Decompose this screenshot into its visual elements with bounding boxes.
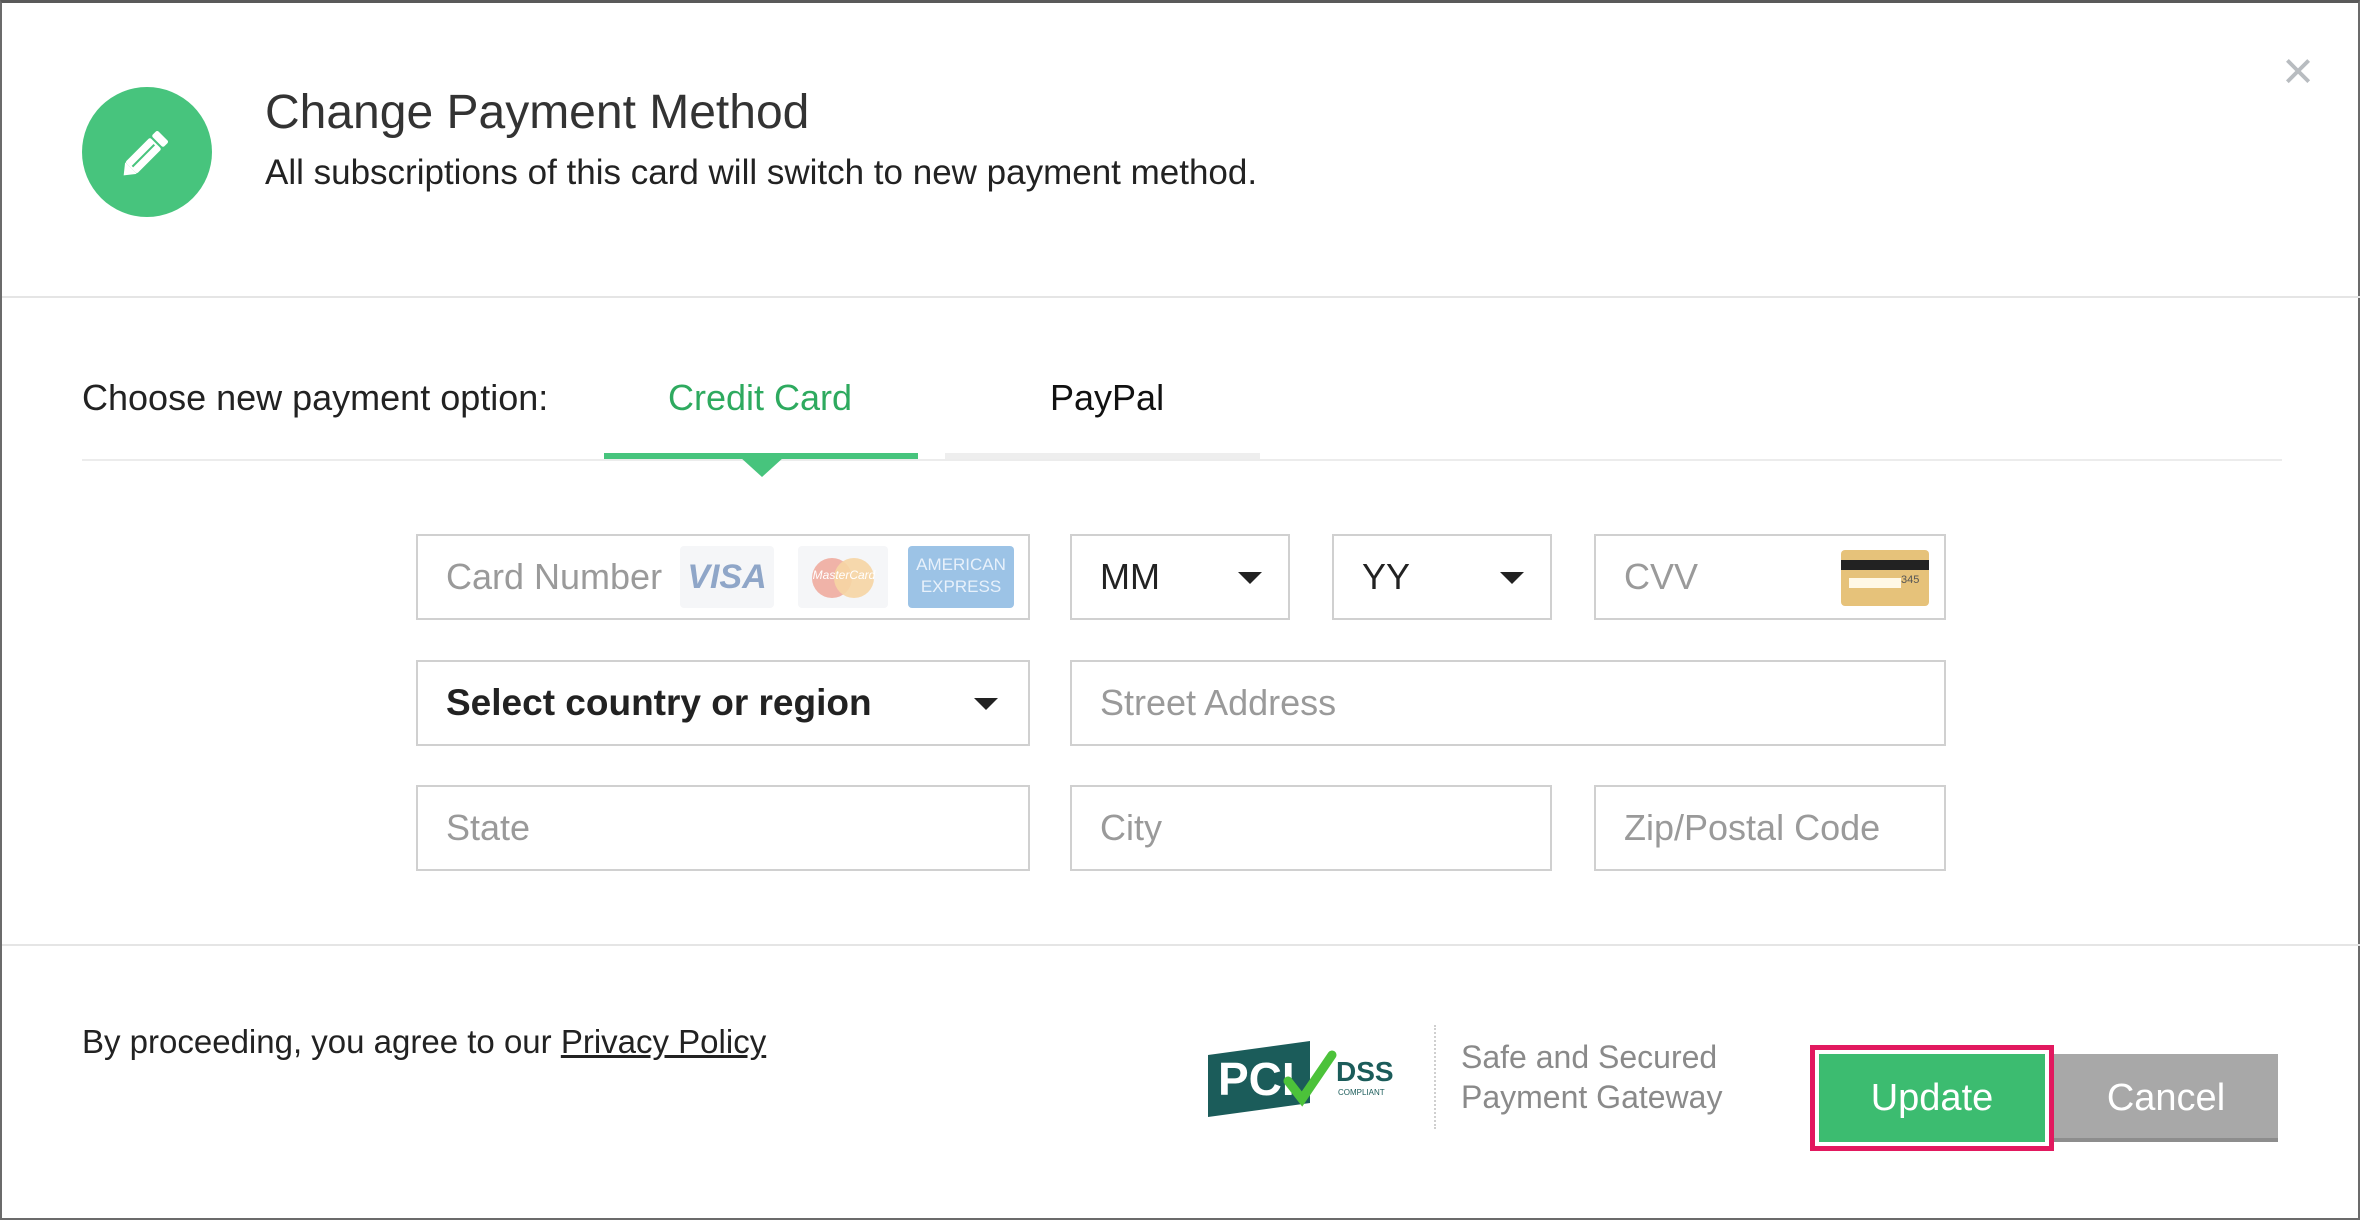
street-address-field[interactable]: Street Address xyxy=(1070,660,1946,746)
pencil-glyph xyxy=(123,130,169,176)
active-tab-caret xyxy=(740,457,784,477)
update-button[interactable]: Update xyxy=(1819,1054,2045,1142)
pci-separator xyxy=(1434,1025,1436,1129)
pencil-icon xyxy=(82,87,212,217)
state-placeholder: State xyxy=(446,807,531,848)
card-number-field[interactable]: Card Number VISA MasterCard AMERICAN EXP… xyxy=(416,534,1030,620)
amex-logo-icon: AMERICAN EXPRESS xyxy=(908,546,1014,608)
exp-month-value: MM xyxy=(1100,556,1160,597)
country-select[interactable]: Select country or region xyxy=(416,660,1030,746)
inactive-tab-indicator xyxy=(945,453,1260,459)
zip-field[interactable]: Zip/Postal Code xyxy=(1594,785,1946,871)
footer-divider xyxy=(2,944,2360,946)
zip-placeholder: Zip/Postal Code xyxy=(1624,807,1881,848)
tab-paypal[interactable]: PayPal xyxy=(1050,377,1164,419)
chevron-down-icon xyxy=(974,698,998,710)
country-value: Select country or region xyxy=(446,682,872,723)
state-field[interactable]: State xyxy=(416,785,1030,871)
compliant-text: COMPLIANT xyxy=(1338,1088,1385,1097)
header-divider xyxy=(2,296,2360,298)
city-field[interactable]: City xyxy=(1070,785,1552,871)
payment-option-label: Choose new payment option: xyxy=(82,377,549,418)
privacy-agreement: By proceeding, you agree to our Privacy … xyxy=(82,1023,766,1061)
exp-month-select[interactable]: MM xyxy=(1070,534,1290,620)
chevron-down-icon xyxy=(1500,572,1524,584)
exp-year-value: YY xyxy=(1362,556,1411,597)
tab-baseline xyxy=(82,459,2282,461)
dialog-subtitle: All subscriptions of this card will swit… xyxy=(265,153,1258,192)
cvv-card-icon: 345 xyxy=(1841,550,1929,606)
card-number-placeholder: Card Number xyxy=(446,556,663,597)
secure-line-1: Safe and Secured xyxy=(1461,1039,1718,1075)
cvv-field[interactable]: CVV 345 xyxy=(1594,534,1946,620)
pci-text: PCI xyxy=(1218,1053,1295,1105)
close-icon[interactable]: × xyxy=(2270,43,2326,99)
dialog-title: Change Payment Method xyxy=(265,86,810,139)
privacy-policy-link[interactable]: Privacy Policy xyxy=(561,1023,766,1060)
chevron-down-icon xyxy=(1238,572,1262,584)
tab-credit-card[interactable]: Credit Card xyxy=(668,377,852,419)
visa-logo-icon: VISA xyxy=(680,546,774,608)
cvv-placeholder: CVV xyxy=(1624,556,1699,597)
secure-line-2: Payment Gateway xyxy=(1461,1079,1723,1115)
city-placeholder: City xyxy=(1100,807,1162,848)
cancel-button[interactable]: Cancel xyxy=(2054,1054,2278,1142)
dss-text: DSS xyxy=(1336,1056,1394,1087)
exp-year-select[interactable]: YY xyxy=(1332,534,1552,620)
pci-dss-logo-icon: PCI DSS COMPLIANT xyxy=(1208,1041,1394,1117)
street-address-placeholder: Street Address xyxy=(1100,682,1337,723)
change-payment-dialog: × Change Payment Method All subscription… xyxy=(0,0,2360,1220)
agreement-text: By proceeding, you agree to our xyxy=(82,1023,552,1060)
secure-gateway-text: Safe and Secured Payment Gateway xyxy=(1461,1037,1722,1117)
mastercard-logo-icon: MasterCard xyxy=(798,546,888,608)
